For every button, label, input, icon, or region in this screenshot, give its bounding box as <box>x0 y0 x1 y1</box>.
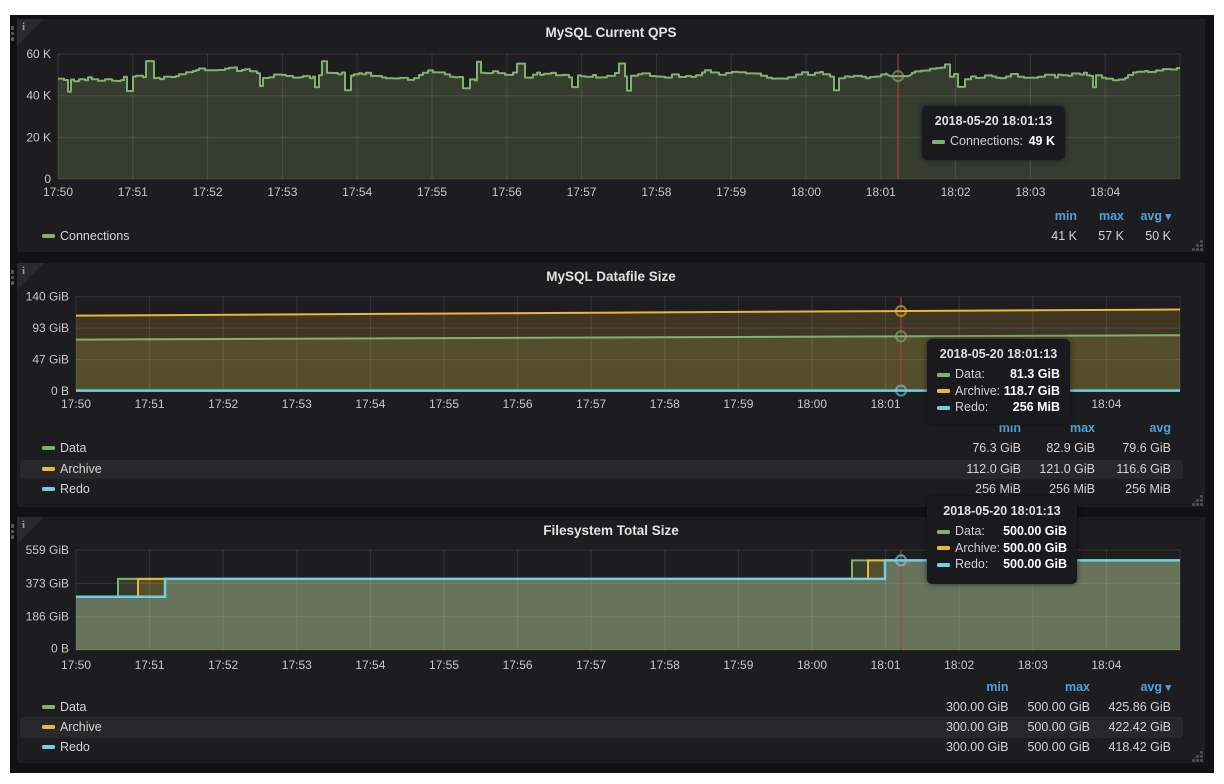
svg-text:18:00: 18:00 <box>791 185 821 199</box>
svg-text:17:58: 17:58 <box>650 658 680 672</box>
svg-text:17:51: 17:51 <box>135 658 165 672</box>
svg-text:17:51: 17:51 <box>118 185 148 199</box>
svg-text:17:52: 17:52 <box>208 397 238 411</box>
svg-text:17:50: 17:50 <box>61 397 91 411</box>
svg-text:17:52: 17:52 <box>208 658 238 672</box>
svg-text:18:04: 18:04 <box>1091 397 1121 411</box>
svg-text:17:57: 17:57 <box>576 658 606 672</box>
svg-text:93 GiB: 93 GiB <box>32 321 69 335</box>
svg-text:17:57: 17:57 <box>576 397 606 411</box>
svg-text:17:51: 17:51 <box>135 397 165 411</box>
svg-text:47 GiB: 47 GiB <box>32 353 69 367</box>
svg-text:17:55: 17:55 <box>429 397 459 411</box>
svg-text:60 K: 60 K <box>26 47 51 61</box>
svg-text:0: 0 <box>44 172 51 186</box>
svg-text:17:53: 17:53 <box>282 397 312 411</box>
svg-text:17:57: 17:57 <box>567 185 597 199</box>
svg-text:18:01: 18:01 <box>871 658 901 672</box>
svg-text:18:00: 18:00 <box>797 397 827 411</box>
svg-text:373 GiB: 373 GiB <box>26 576 69 590</box>
svg-text:0 B: 0 B <box>51 642 69 656</box>
svg-text:17:56: 17:56 <box>492 185 522 199</box>
svg-text:18:04: 18:04 <box>1091 658 1121 672</box>
svg-text:17:54: 17:54 <box>342 185 372 199</box>
svg-text:17:54: 17:54 <box>355 658 385 672</box>
svg-text:18:03: 18:03 <box>1015 185 1045 199</box>
svg-text:17:56: 17:56 <box>503 658 533 672</box>
svg-text:559 GiB: 559 GiB <box>26 543 69 557</box>
svg-text:18:01: 18:01 <box>871 397 901 411</box>
svg-text:17:59: 17:59 <box>723 397 753 411</box>
svg-text:17:55: 17:55 <box>429 658 459 672</box>
svg-text:17:59: 17:59 <box>716 185 746 199</box>
svg-text:17:56: 17:56 <box>503 397 533 411</box>
svg-text:17:58: 17:58 <box>650 397 680 411</box>
svg-text:17:50: 17:50 <box>43 185 73 199</box>
svg-text:18:03: 18:03 <box>1018 658 1048 672</box>
svg-text:18:02: 18:02 <box>944 658 974 672</box>
svg-text:17:53: 17:53 <box>267 185 297 199</box>
svg-text:0 B: 0 B <box>51 384 69 398</box>
svg-text:186 GiB: 186 GiB <box>26 610 69 624</box>
svg-text:17:50: 17:50 <box>61 658 91 672</box>
svg-text:17:53: 17:53 <box>282 658 312 672</box>
svg-text:17:55: 17:55 <box>417 185 447 199</box>
svg-text:18:00: 18:00 <box>797 658 827 672</box>
svg-text:18:01: 18:01 <box>866 185 896 199</box>
svg-text:17:52: 17:52 <box>193 185 223 199</box>
svg-text:17:59: 17:59 <box>723 658 753 672</box>
svg-text:40 K: 40 K <box>26 89 51 103</box>
svg-text:20 K: 20 K <box>26 130 51 144</box>
svg-text:17:54: 17:54 <box>355 397 385 411</box>
svg-text:140 GiB: 140 GiB <box>26 290 69 304</box>
svg-text:17:58: 17:58 <box>641 185 671 199</box>
svg-text:18:04: 18:04 <box>1090 185 1120 199</box>
svg-text:18:02: 18:02 <box>941 185 971 199</box>
